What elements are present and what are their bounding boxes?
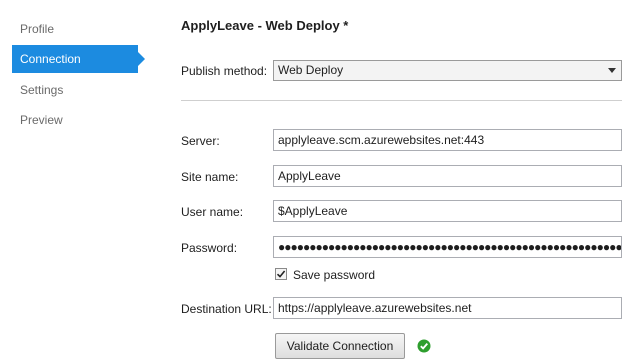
sidebar-item-connection[interactable]: Connection [12,45,145,73]
publish-method-label: Publish method: [181,64,268,78]
check-circle-icon [417,339,431,353]
server-field[interactable]: applyleave.scm.azurewebsites.net:443 [273,129,622,151]
publish-method-value: Web Deploy [278,63,344,77]
sidebar: Profile Connection Settings Preview [0,0,160,363]
destination-url-label: Destination URL: [181,302,272,316]
user-name-field[interactable]: $ApplyLeave [273,200,622,222]
checkmark-icon [276,270,286,278]
validate-connection-button[interactable]: Validate Connection [275,333,405,359]
password-label: Password: [181,241,238,255]
user-name-label: User name: [181,205,244,219]
chevron-down-icon [608,68,616,73]
sidebar-item-profile[interactable]: Profile [12,15,138,43]
site-name-field[interactable]: ApplyLeave [273,165,622,187]
divider [181,100,622,101]
site-name-label: Site name: [181,170,239,184]
publish-method-select[interactable]: Web Deploy [273,60,622,81]
save-password-label[interactable]: Save password [293,268,375,282]
server-label: Server: [181,134,220,148]
sidebar-item-preview[interactable]: Preview [12,106,138,134]
sidebar-item-settings[interactable]: Settings [12,76,138,104]
destination-url-field[interactable]: https://applyleave.azurewebsites.net [273,297,622,319]
password-field[interactable]: ●●●●●●●●●●●●●●●●●●●●●●●●●●●●●●●●●●●●●●●●… [273,236,622,258]
save-password-checkbox[interactable] [275,268,287,280]
page-title: ApplyLeave - Web Deploy * [181,18,349,33]
